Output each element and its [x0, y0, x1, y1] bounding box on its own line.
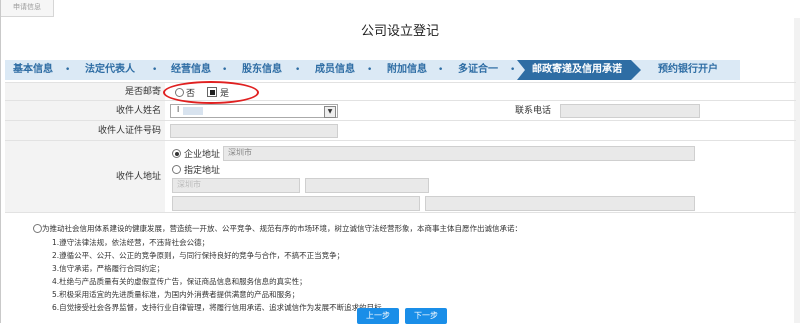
step-mail-credit[interactable]: 邮政寄递及信用承诺: [532, 60, 622, 80]
row-mail: 是否邮寄 否 是: [5, 82, 796, 101]
step-dot: •: [367, 65, 373, 75]
step-dot: •: [222, 65, 228, 75]
address-designated-label: 指定地址: [184, 166, 221, 176]
step-dot: •: [510, 65, 516, 75]
recipient-id-input[interactable]: [170, 124, 338, 138]
promise-line: 5.积极采用适宜的先进质量标准，为国内外消费者提供满意的产品和服务；: [52, 290, 300, 299]
row-recipient-id: 收件人证件号码: [5, 120, 796, 141]
step-legal-representative[interactable]: 法定代表人: [85, 60, 135, 80]
page-title: 公司设立登记: [360, 24, 439, 39]
step-basic-info[interactable]: 基本信息: [13, 60, 53, 80]
step-member-info[interactable]: 成员信息: [315, 60, 355, 80]
step-dot: •: [152, 65, 158, 75]
blurred-text: [183, 107, 203, 115]
step-bank-appointment[interactable]: 预约银行开户: [658, 60, 718, 80]
address-company-radio[interactable]: [172, 149, 181, 158]
phone-label: 联系电话: [514, 106, 551, 116]
recipient-name-label: 收件人姓名: [5, 101, 165, 121]
recipient-id-label: 收件人证件号码: [5, 121, 165, 141]
step-additional-info[interactable]: 附加信息: [387, 60, 427, 80]
chevron-down-icon[interactable]: ▼: [324, 106, 336, 118]
promise-line: 1.遵守法律法规，依法经营，不违背社会公德；: [52, 238, 210, 247]
promise-radio[interactable]: [33, 224, 42, 233]
row-recipient-address: 收件人地址 企业地址 深圳市 指定地址 深圳市: [5, 140, 796, 213]
address-company-label: 企业地址: [184, 150, 221, 160]
step-multi-cert[interactable]: 多证合一: [458, 60, 498, 80]
company-address-input[interactable]: 深圳市: [223, 146, 695, 161]
top-strip: [0, 0, 800, 18]
promise-line: 6.自觉接受社会各界监督，支持行业自律管理，将履行信用承诺、追求诚信作为发展不断…: [52, 303, 390, 312]
row-divider: [5, 212, 796, 213]
row-recipient-name: 收件人姓名 l ▼ 联系电话: [5, 100, 796, 121]
highlight-ellipse: [163, 81, 259, 104]
phone-input[interactable]: [560, 104, 700, 118]
designated-district-input[interactable]: [305, 178, 429, 193]
designated-street-input[interactable]: [172, 196, 420, 211]
step-shareholder-info[interactable]: 股东信息: [242, 60, 282, 80]
mail-label: 是否邮寄: [5, 83, 165, 101]
designated-city-input[interactable]: 深圳市: [172, 178, 300, 193]
address-label: 收件人地址: [5, 141, 165, 213]
step-dot: •: [438, 65, 444, 75]
step-dot: •: [295, 65, 301, 75]
address-designated-radio[interactable]: [172, 165, 181, 174]
promise-line: 2.遵循公平、公开、公正的竞争原则，与同行保持良好的竞争与合作，不搞不正当竞争；: [52, 251, 345, 260]
step-dot: •: [65, 65, 71, 75]
promise-intro: 为推动社会信用体系建设的健康发展，营造统一开放、公平竞争、规范有序的市场环境，树…: [42, 224, 522, 233]
designated-detail-input[interactable]: [425, 196, 695, 211]
prev-button[interactable]: 上一步: [357, 308, 399, 324]
tab-apply-info[interactable]: 申请信息: [0, 0, 54, 17]
next-button[interactable]: 下一步: [405, 308, 447, 324]
promise-line: 4.杜绝与产品质量有关的虚假宣传广告，保证商品信息和服务信息的真实性；: [52, 277, 307, 286]
promise-line: 3.信守承诺，严格履行合同约定；: [52, 264, 165, 273]
recipient-name-select[interactable]: l ▼: [170, 104, 338, 118]
left-border: [0, 0, 1, 323]
step-business-info[interactable]: 经营信息: [171, 60, 211, 80]
